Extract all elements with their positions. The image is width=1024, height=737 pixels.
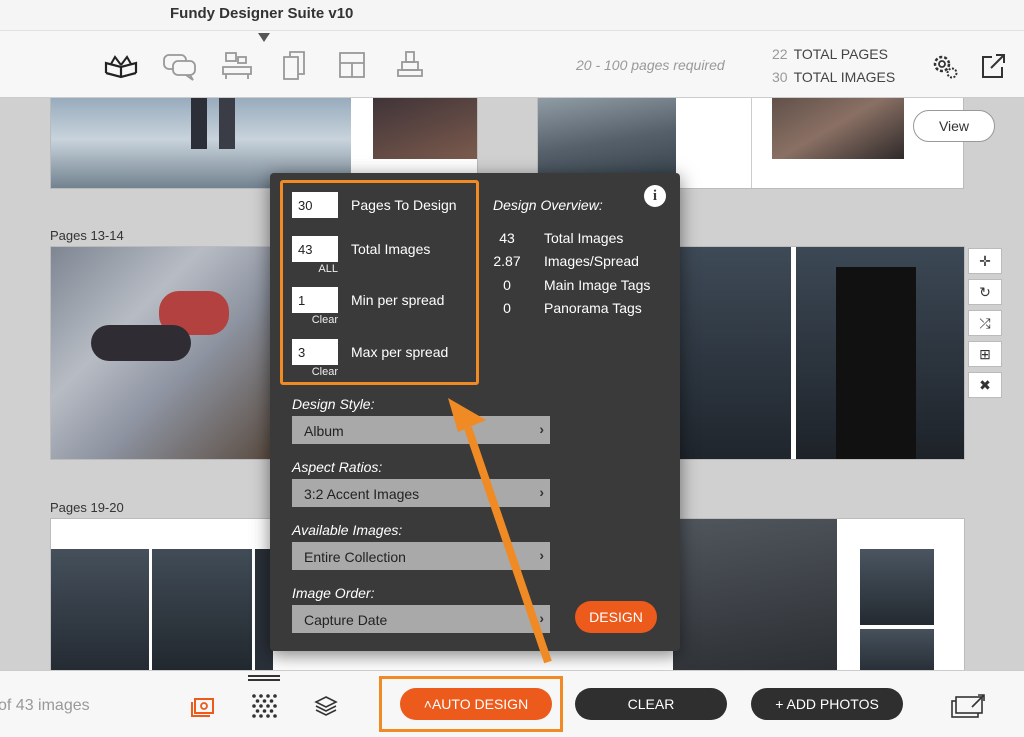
overview-label: Images/Spread [544,253,639,269]
total-images-label: Total Images [351,241,431,257]
main-toolbar: 20 - 100 pages required 22 TOTAL PAGES 30… [0,30,1024,98]
total-images-stat: 30 TOTAL IMAGES [772,69,895,85]
image-order-label: Image Order: [292,585,375,601]
max-per-spread-input[interactable]: 3 [292,339,338,365]
pages-to-design-label: Pages To Design [351,197,457,213]
overview-row: 43 Total Images [492,230,623,246]
settings-gear-icon[interactable] [930,51,960,81]
overview-label: Panorama Tags [544,300,642,316]
bottom-bar: of 43 images ˄AUTO DESIGN CLEAR + ADD PH… [0,670,1024,737]
design-style-value: Album [304,423,344,439]
overview-value: 0 [503,300,511,316]
spread-photo[interactable] [772,98,904,159]
overview-label: Main Image Tags [544,277,651,293]
total-images-number: 30 [772,69,788,85]
available-images-select[interactable]: Entire Collection › [292,542,550,570]
available-images-value: Entire Collection [304,549,406,565]
add-photos-button[interactable]: + ADD PHOTOS [751,688,903,720]
chevron-right-icon: › [539,484,544,500]
grid-layout-button[interactable]: ⊞ [968,341,1002,367]
overview-value: 2.87 [493,253,521,269]
overview-row: 0 Panorama Tags [492,300,642,316]
design-button[interactable]: DESIGN [575,601,657,633]
spread-photo[interactable] [860,549,934,625]
app-title: Fundy Designer Suite v10 [170,5,354,22]
brand-stamp-icon[interactable] [392,49,430,83]
clear-max-link[interactable]: Clear [292,366,338,378]
spread-photo[interactable] [152,549,252,670]
pages-to-design-input[interactable]: 30 [292,192,338,218]
image-order-select[interactable]: Capture Date › [292,605,550,633]
aspect-ratios-value: 3:2 Accent Images [304,486,420,502]
info-icon[interactable]: i [644,185,666,207]
available-images-label: Available Images: [292,522,403,538]
design-style-label: Design Style: [292,396,375,412]
all-images-link[interactable]: ALL [292,263,338,275]
pages-required-text: 20 - 100 pages required [576,57,725,73]
spread-photo[interactable] [796,247,964,459]
proofing-chat-icon[interactable] [160,49,198,83]
cards-icon[interactable] [276,49,314,83]
clear-min-link[interactable]: Clear [292,314,338,326]
image-count-text: of 43 images [0,697,90,714]
min-per-spread-input[interactable]: 1 [292,287,338,313]
shuffle-button[interactable]: ⤮ [968,310,1002,336]
total-images-input[interactable]: 43 [292,236,338,262]
total-images-label: TOTAL IMAGES [793,69,896,85]
album-design-icon[interactable] [102,49,140,83]
clear-button[interactable]: CLEAR [575,688,727,720]
move-tool-button[interactable]: ✛ [968,248,1002,274]
aspect-ratios-select[interactable]: 3:2 Accent Images › [292,479,550,507]
total-pages-stat: 22 TOTAL PAGES [772,46,888,62]
active-module-caret [258,33,270,42]
overview-row: 2.87 Images/Spread [492,253,639,269]
auto-design-button[interactable]: ˄AUTO DESIGN [400,688,552,720]
title-bar: Fundy Designer Suite v10 [0,0,1024,30]
spread-photo[interactable] [860,629,934,670]
image-order-value: Capture Date [304,612,388,628]
design-overview-title: Design Overview: [493,197,603,213]
wall-art-icon[interactable] [218,49,256,83]
spread-photo[interactable] [51,247,271,459]
photo-stack-icon[interactable] [189,691,219,721]
fullscreen-export-icon[interactable] [950,691,988,721]
spread-photo[interactable] [538,98,676,173]
spread-photo[interactable] [51,549,149,670]
spread-photo[interactable] [673,519,837,670]
total-pages-number: 22 [772,46,788,62]
min-per-spread-label: Min per spread [351,292,445,308]
chevron-right-icon: › [539,610,544,626]
design-style-select[interactable]: Album › [292,416,550,444]
overview-value: 0 [503,277,511,293]
overview-row: 0 Main Image Tags [492,277,650,293]
aspect-ratios-label: Aspect Ratios: [292,459,383,475]
delete-spread-button[interactable]: ✖ [968,372,1002,398]
tab-indicator [248,675,280,681]
max-per-spread-label: Max per spread [351,344,449,360]
view-button[interactable]: View [913,110,995,142]
spread-label: Pages 19-20 [50,500,124,515]
layers-icon[interactable] [311,691,341,721]
chevron-right-icon: › [539,547,544,563]
grid-pattern-icon[interactable] [249,691,279,721]
export-icon[interactable] [978,51,1008,81]
refresh-layout-button[interactable]: ↻ [968,279,1002,305]
layout-icon[interactable] [334,49,372,83]
overview-label: Total Images [544,230,624,246]
chevron-right-icon: › [539,421,544,437]
spread-tools: ✛ ↻ ⤮ ⊞ ✖ [968,248,1002,403]
spread-label: Pages 13-14 [50,228,124,243]
auto-design-popup: 30 Pages To Design 43 Total Images ALL 1… [270,173,680,651]
overview-value: 43 [499,230,515,246]
spread-photo[interactable] [373,98,477,159]
total-pages-label: TOTAL PAGES [793,46,888,62]
